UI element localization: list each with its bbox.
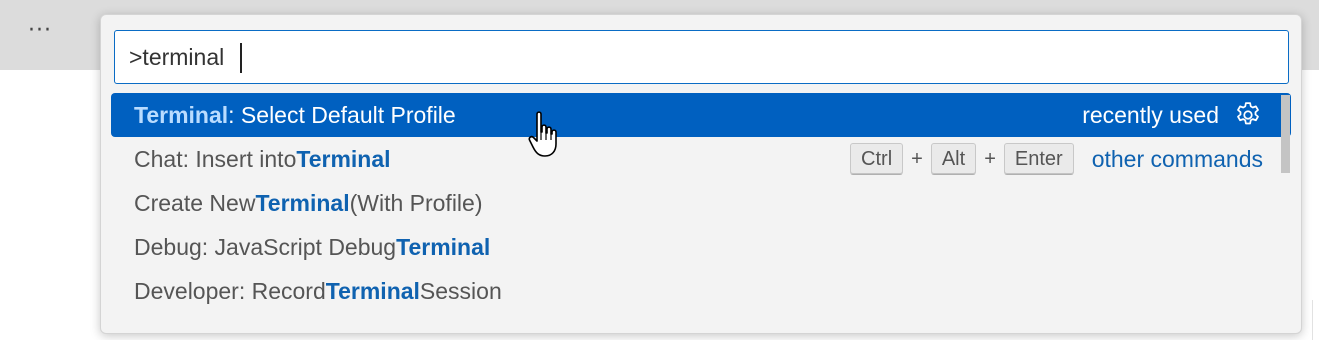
editor-edge-divider [1312,300,1319,340]
text-caret [240,43,242,73]
command-label: : Select Default Profile [228,101,456,128]
more-actions-button[interactable]: ··· [22,20,58,48]
list-scrollbar[interactable] [1281,95,1290,173]
match-highlight: Terminal [396,233,491,260]
command-palette: Terminal : Select Default Profile recent… [100,14,1302,334]
match-highlight: Terminal [134,101,229,128]
command-label: Developer: Record [134,277,326,304]
command-label: Chat: Insert into [134,145,297,172]
command-label: Debug: JavaScript Debug [134,233,397,260]
command-item-record-terminal-session[interactable]: Developer: Record Terminal Session [111,269,1291,313]
command-label: Create New [134,189,256,216]
command-label-suffix: Session [419,277,502,304]
command-item-chat-insert-into-terminal[interactable]: Chat: Insert into Terminal Ctrl + Alt + … [111,137,1291,181]
match-highlight: Terminal [325,277,420,304]
keybinding-key: Alt [930,143,977,175]
keybinding-separator: + [911,147,923,170]
group-label: other commands [1091,145,1263,172]
command-results-list: Terminal : Select Default Profile recent… [111,93,1291,313]
gear-icon[interactable] [1233,100,1263,130]
command-label-suffix: (With Profile) [349,189,483,216]
keybinding-key: Ctrl [850,143,904,175]
command-item-create-new-terminal-with-profile[interactable]: Create New Terminal (With Profile) [111,181,1291,225]
keybinding-separator: + [984,147,996,170]
hand-cursor-icon [528,111,557,157]
command-item-javascript-debug-terminal[interactable]: Debug: JavaScript Debug Terminal [111,225,1291,269]
keybinding-key: Enter [1003,143,1074,175]
match-highlight: Terminal [296,145,391,172]
recently-used-label: recently used [1082,101,1219,128]
command-palette-input[interactable] [114,30,1289,84]
command-item-select-default-profile[interactable]: Terminal : Select Default Profile recent… [111,93,1291,137]
match-highlight: Terminal [255,189,350,216]
